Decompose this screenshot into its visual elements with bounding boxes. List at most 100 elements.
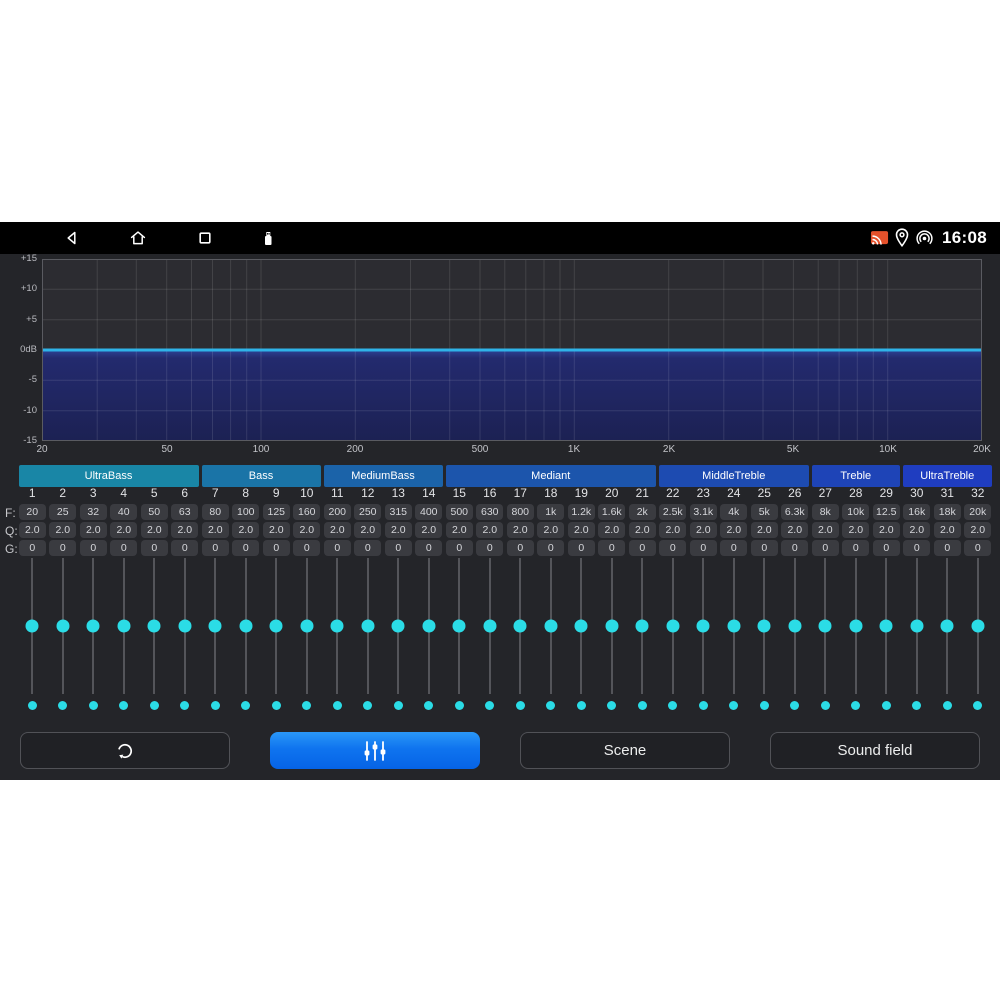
slider-thumb[interactable] [758,620,771,633]
band-gain-slider[interactable] [414,558,445,694]
slider-thumb[interactable] [910,620,923,633]
band-indicator-dot-cell [780,701,811,713]
bottom-buttons: Scene Sound field [20,732,980,769]
band-gain-slider[interactable] [963,558,994,694]
band-indicator-dot [516,701,525,710]
band-gain-slider[interactable] [871,558,902,694]
slider-thumb[interactable] [514,620,527,633]
equalizer-button[interactable] [270,732,480,769]
band-gain-slider[interactable] [841,558,872,694]
slider-thumb[interactable] [87,620,100,633]
slider-thumb[interactable] [178,620,191,633]
band-number: 7 [200,486,231,502]
band-gain-slider[interactable] [78,558,109,694]
band-gain-slider[interactable] [17,558,48,694]
slider-thumb[interactable] [392,620,405,633]
band-gain-slider[interactable] [932,558,963,694]
slider-thumb[interactable] [422,620,435,633]
band-gain-slider[interactable] [688,558,719,694]
band-indicator-dot-cell [566,701,597,713]
band-indicator-dot [211,701,220,710]
back-icon[interactable] [62,228,82,248]
slider-thumb[interactable] [819,620,832,633]
db-tick-label: 0dB [0,344,37,355]
band-gain-slider[interactable] [261,558,292,694]
band-gain-slider[interactable] [139,558,170,694]
band-number: 26 [780,486,811,502]
band-q-value: 2.0 [19,522,46,538]
band-gain-slider[interactable] [780,558,811,694]
band-gain-slider[interactable] [231,558,262,694]
usb-icon[interactable] [258,228,278,248]
slider-thumb[interactable] [56,620,69,633]
band-gain-slider[interactable] [902,558,933,694]
scene-button[interactable]: Scene [520,732,730,769]
slider-thumb[interactable] [117,620,130,633]
slider-thumb[interactable] [971,620,984,633]
slider-thumb[interactable] [636,620,649,633]
band-gain-slider[interactable] [170,558,201,694]
sound-field-button[interactable]: Sound field [770,732,980,769]
band-gain-slider[interactable] [505,558,536,694]
band-gain-slider[interactable] [109,558,140,694]
slider-thumb[interactable] [300,620,313,633]
band-q-value: 2.0 [842,522,869,538]
band-indicator-dot [150,701,159,710]
reset-button[interactable] [20,732,230,769]
band-indicator-dot-cell [170,701,201,713]
slider-thumb[interactable] [361,620,374,633]
band-freq-value: 3.1k [690,504,717,520]
slider-thumb[interactable] [697,620,710,633]
band-gain-slider[interactable] [292,558,323,694]
band-gain-slider[interactable] [48,558,79,694]
slider-thumb[interactable] [26,620,39,633]
band-gain-value: 0 [80,540,107,556]
slider-thumb[interactable] [605,620,618,633]
band-group-treble[interactable]: Treble [812,465,901,487]
slider-thumb[interactable] [666,620,679,633]
home-icon[interactable] [128,228,148,248]
band-group-middletreble[interactable]: MiddleTreble [659,465,809,487]
band-gain-slider[interactable] [444,558,475,694]
band-gain-slider[interactable] [597,558,628,694]
slider-thumb[interactable] [788,620,801,633]
band-indicator-dot-cell [383,701,414,713]
band-gain-slider[interactable] [475,558,506,694]
band-freq-value: 20k [964,504,991,520]
slider-thumb[interactable] [544,620,557,633]
band-gain-slider[interactable] [322,558,353,694]
slider-thumb[interactable] [575,620,588,633]
slider-thumb[interactable] [849,620,862,633]
slider-thumb[interactable] [270,620,283,633]
band-group-mediumbass[interactable]: MediumBass [324,465,443,487]
band-gain-slider[interactable] [353,558,384,694]
slider-thumb[interactable] [483,620,496,633]
slider-thumb[interactable] [941,620,954,633]
band-gain-slider[interactable] [200,558,231,694]
band-gain-slider[interactable] [536,558,567,694]
band-group-mediant[interactable]: Mediant [446,465,657,487]
freq-tick-label: 50 [161,444,172,455]
band-gain-slider[interactable] [658,558,689,694]
band-indicator-dot [790,701,799,710]
slider-thumb[interactable] [880,620,893,633]
slider-thumb[interactable] [331,620,344,633]
band-group-ultratreble[interactable]: UltraTreble [903,465,992,487]
band-freq-value: 4k [720,504,747,520]
band-gain-slider[interactable] [810,558,841,694]
recents-icon[interactable] [195,228,215,248]
band-gain-slider[interactable] [719,558,750,694]
band-group-bass[interactable]: Bass [202,465,321,487]
slider-thumb[interactable] [453,620,466,633]
band-gain-slider[interactable] [627,558,658,694]
clock: 16:08 [942,228,987,248]
slider-thumb[interactable] [239,620,252,633]
band-gain-slider[interactable] [749,558,780,694]
band-group-ultrabass[interactable]: UltraBass [19,465,199,487]
band-gain-slider[interactable] [566,558,597,694]
band-indicator-dot-cell [963,701,994,713]
slider-thumb[interactable] [727,620,740,633]
slider-thumb[interactable] [209,620,222,633]
band-gain-slider[interactable] [383,558,414,694]
slider-thumb[interactable] [148,620,161,633]
